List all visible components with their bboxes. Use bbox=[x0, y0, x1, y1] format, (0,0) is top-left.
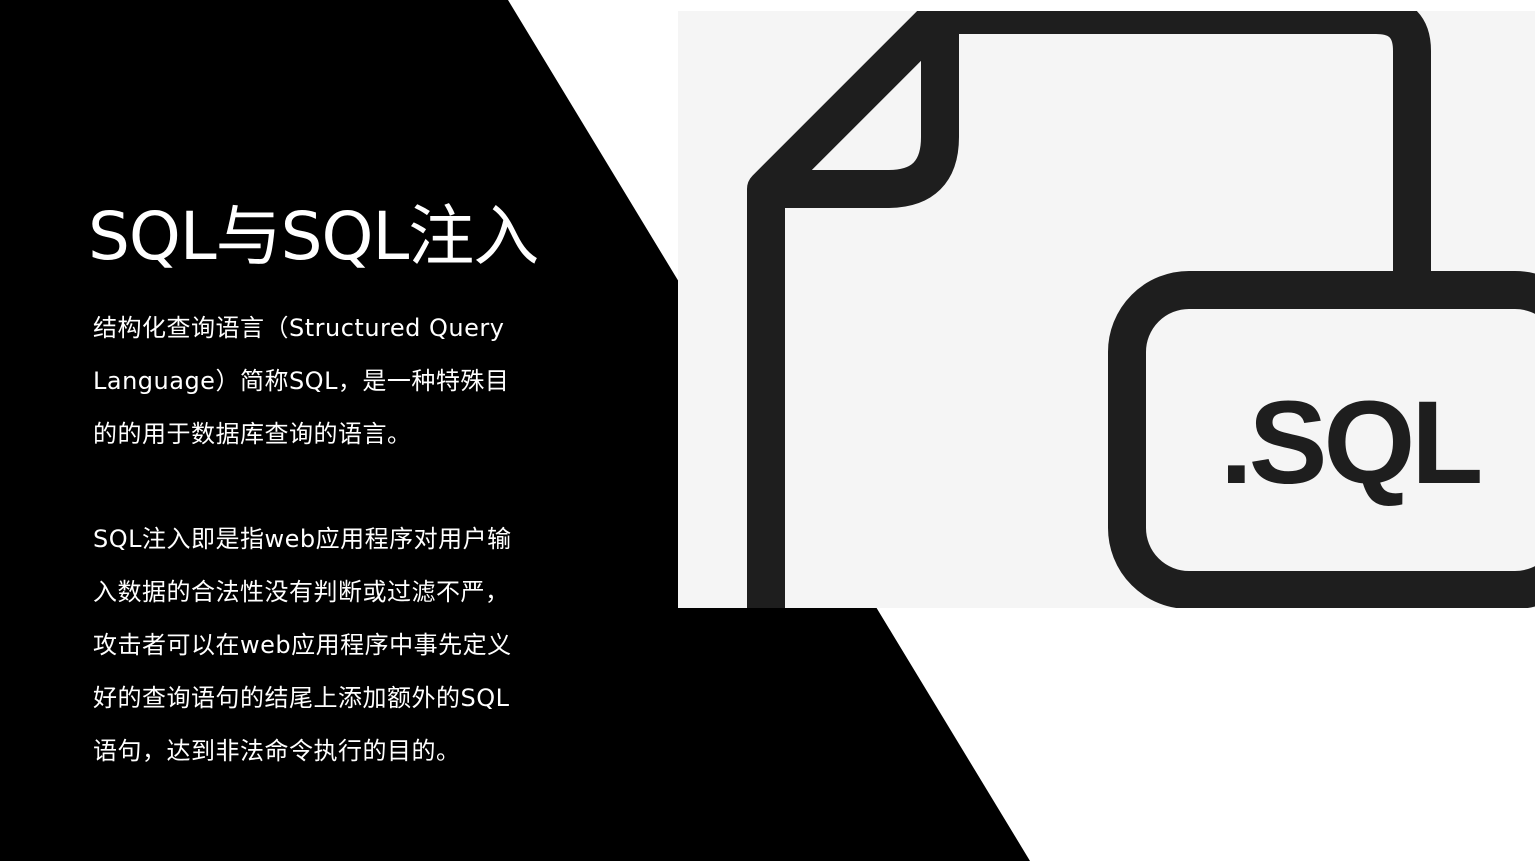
sql-injection-paragraph: SQL注入即是指web应用程序对用户输 入数据的合法性没有判断或过滤不严， 攻击… bbox=[93, 525, 512, 765]
sql-definition-paragraph: 结构化查询语言（Structured Query Language）简称SQL，… bbox=[93, 314, 510, 448]
slide-title: SQL与SQL注入 bbox=[88, 198, 539, 275]
slide: .SQL SQL与SQL注入 结构化查询语言（Structured Query … bbox=[0, 0, 1535, 861]
text-layer: SQL与SQL注入 结构化查询语言（Structured Query Langu… bbox=[0, 0, 1535, 861]
